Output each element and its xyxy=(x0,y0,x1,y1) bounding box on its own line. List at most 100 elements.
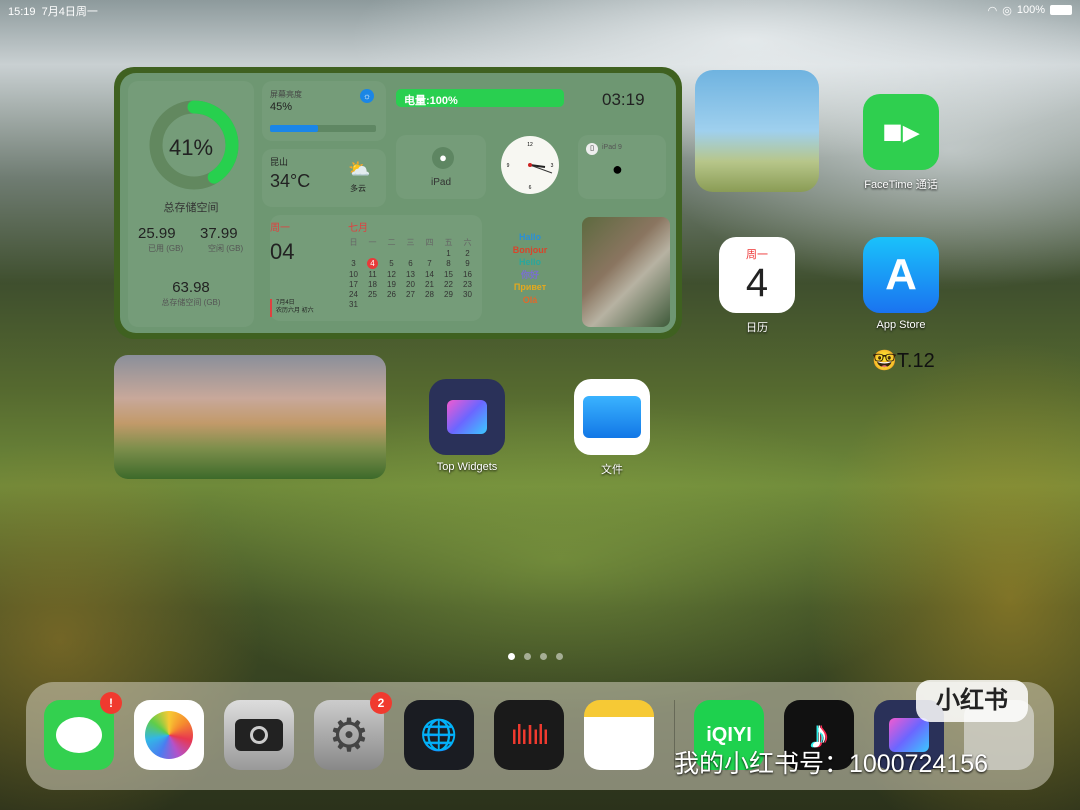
translate-icon: 🌐 xyxy=(420,718,458,752)
notes-app[interactable] xyxy=(584,700,654,770)
files-app[interactable] xyxy=(574,379,650,455)
cal-header: 六 xyxy=(463,238,472,247)
analog-clock: 12 3 6 9 xyxy=(501,136,559,194)
digital-time: 03:19 xyxy=(602,90,645,109)
cal-date xyxy=(344,248,363,258)
greeting-text: Hallo xyxy=(518,232,541,242)
voice-memos-app[interactable]: ılıIılı xyxy=(494,700,564,770)
cal-date[interactable]: 11 xyxy=(363,269,382,279)
cal-date[interactable]: 12 xyxy=(382,269,401,279)
cal-date[interactable]: 20 xyxy=(401,279,420,289)
cal-date[interactable]: 29 xyxy=(439,289,458,299)
storage-label: 总存储空间 xyxy=(163,202,219,214)
cal-date[interactable]: 24 xyxy=(344,289,363,299)
cal-date[interactable]: 18 xyxy=(363,279,382,289)
cal-date[interactable]: 5 xyxy=(382,258,401,269)
facetime-app[interactable]: ■▸ xyxy=(863,94,939,170)
brightness-slider[interactable] xyxy=(270,125,376,132)
cal-date[interactable]: 22 xyxy=(439,279,458,289)
device-model-card: ▯ iPad 9 ● xyxy=(578,135,666,199)
sun-icon: ☼ xyxy=(360,89,374,103)
cal-date[interactable]: 1 xyxy=(439,248,458,258)
cal-date xyxy=(420,299,439,309)
cal-date[interactable]: 27 xyxy=(401,289,420,299)
clock-6: 6 xyxy=(529,185,532,191)
cal-date[interactable]: 23 xyxy=(458,279,477,289)
storage-used: 25.99 xyxy=(138,225,176,242)
greeting-text: 你好 xyxy=(520,269,539,280)
cal-date[interactable]: 15 xyxy=(439,269,458,279)
cal-date[interactable]: 14 xyxy=(420,269,439,279)
calendar-app-weekday: 周一 xyxy=(746,249,768,261)
settings-app[interactable]: ⚙ 2 xyxy=(314,692,392,770)
cal-date[interactable]: 16 xyxy=(458,269,477,279)
clock-9: 9 xyxy=(507,163,510,169)
photos-app[interactable] xyxy=(134,700,204,770)
cal-date[interactable]: 8 xyxy=(439,258,458,269)
cal-date[interactable]: 6 xyxy=(401,258,420,269)
garden-photo xyxy=(582,217,670,327)
translate-app[interactable]: 🌐 xyxy=(404,700,474,770)
brightness-label: 屏幕亮度 xyxy=(270,90,302,99)
cal-date xyxy=(382,299,401,309)
cal-header: 日 xyxy=(349,238,358,247)
battery-icon xyxy=(1050,5,1072,15)
greeting-text: Olá xyxy=(522,294,538,305)
cal-date[interactable]: 30 xyxy=(458,289,477,299)
person-icon: ● xyxy=(432,147,454,169)
appstore-app[interactable]: A xyxy=(863,237,939,313)
video-camera-icon: ■▸ xyxy=(882,113,920,151)
dashboard-widget[interactable]: 41% 总存储空间 25.99 已用 (GB) 37.99 空闲 (GB) 63… xyxy=(114,67,682,339)
calendar-app[interactable]: 周一 4 xyxy=(719,237,795,313)
gear-icon: ⚙ xyxy=(328,709,370,761)
cal-lunar: 7月4日农历六月 初六 xyxy=(270,299,314,317)
clock-3: 3 xyxy=(551,163,554,169)
device-model: iPad 9 xyxy=(602,144,622,151)
weather-temp: 34°C xyxy=(270,171,311,191)
cal-today[interactable]: 4 xyxy=(363,258,382,269)
messages-app[interactable]: ! xyxy=(44,692,122,770)
status-time: 15:19 xyxy=(8,6,36,18)
cal-date[interactable]: 19 xyxy=(382,279,401,289)
calendar-grid: 日一二三四五六 1 2 3 4 5 6 7 8 9 10 11 12 13 14 15 16 17 18 19 20 21… xyxy=(344,237,477,309)
cal-date[interactable]: 25 xyxy=(363,289,382,299)
cal-date[interactable]: 10 xyxy=(344,269,363,279)
cartoon-photo-widget[interactable] xyxy=(695,70,819,192)
clock-12: 12 xyxy=(527,142,533,148)
cal-month: 七月 xyxy=(348,223,368,234)
cal-header: 三 xyxy=(406,238,415,247)
cal-date[interactable]: 28 xyxy=(420,289,439,299)
weather-city: 昆山 xyxy=(270,157,289,167)
topwidgets-app[interactable] xyxy=(429,379,505,455)
storage-total: 63.98 xyxy=(172,279,210,296)
messages-badge: ! xyxy=(100,692,122,714)
cal-lunar-text: 农历六月 初六 xyxy=(276,308,314,314)
camera-icon xyxy=(235,719,283,751)
camera-app[interactable] xyxy=(224,700,294,770)
storage-used-label: 已用 (GB) xyxy=(148,244,184,253)
topwidgets-icon xyxy=(447,400,487,434)
appstore-label: App Store xyxy=(876,319,926,331)
cal-date[interactable]: 2 xyxy=(458,248,477,258)
device-name: iPad xyxy=(430,177,451,188)
folder-icon xyxy=(583,396,641,438)
cal-date[interactable]: 3 xyxy=(344,258,363,269)
cal-date[interactable]: 13 xyxy=(401,269,420,279)
cal-date[interactable]: 17 xyxy=(344,279,363,289)
cal-date[interactable]: 21 xyxy=(420,279,439,289)
page-indicator[interactable] xyxy=(508,653,563,660)
weather-card: 昆山 34°C ⛅ 多云 xyxy=(262,149,386,207)
cal-date-text: 7月4日 xyxy=(276,300,295,306)
storage-total-label: 总存储空间 (GB) xyxy=(161,298,221,307)
cal-date[interactable]: 31 xyxy=(344,299,363,309)
cal-date[interactable]: 9 xyxy=(458,258,477,269)
landscape-photo-widget[interactable] xyxy=(114,355,386,479)
cal-date[interactable]: 7 xyxy=(420,258,439,269)
chat-bubble-icon xyxy=(56,717,102,753)
partly-cloudy-icon: ⛅ xyxy=(348,159,371,179)
cal-date[interactable]: 26 xyxy=(382,289,401,299)
waveform-icon: ılıIılı xyxy=(510,719,549,750)
facetime-label: FaceTime 通话 xyxy=(864,179,938,191)
battery-percent: 100% xyxy=(1016,4,1045,16)
status-date: 7月4日周一 xyxy=(41,6,98,18)
